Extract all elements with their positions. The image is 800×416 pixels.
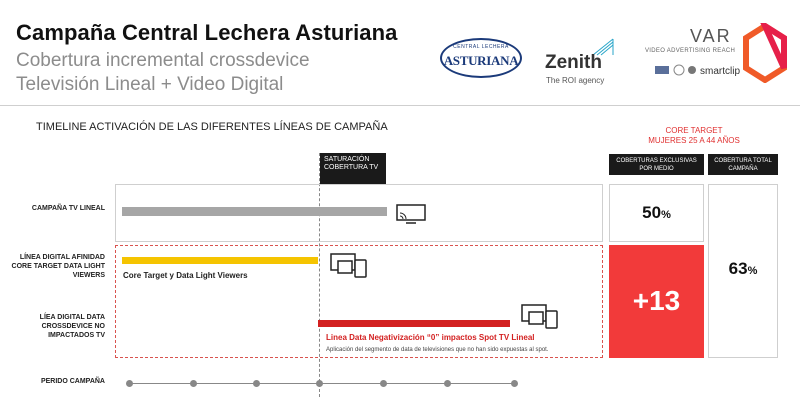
period-dot (444, 380, 451, 387)
devices-icon (521, 304, 559, 330)
asturiana-logo-text: ASTURIANA (443, 53, 519, 68)
core-target-label: CORE TARGET (665, 126, 723, 135)
page-title: Campaña Central Lechera Asturiana (16, 20, 398, 45)
period-dot (253, 380, 260, 387)
period-dot (511, 380, 518, 387)
total-coverage-value: 63% (728, 259, 758, 278)
tv-lineal-bar (122, 207, 387, 216)
negativization-bar (318, 320, 510, 327)
core-target-bar-label: Core Target y Data Light Viewers (123, 271, 248, 280)
zenith-tagline: The ROI agency (546, 76, 605, 85)
core-target-heading: CORE TARGET MUJERES 25 A 44 AÑOS (609, 126, 779, 146)
row-label-linea-digital: LÍNEA DIGITAL AFINIDAD CORE TARGET DATA … (11, 254, 105, 279)
devices-icon (330, 253, 368, 279)
period-dot (316, 380, 323, 387)
tv-coverage-value: 50% (642, 203, 671, 222)
asturiana-logo-small-text: CENTRAL LECHERA (453, 44, 509, 50)
row-label-tv-lineal: CAMPAÑA TV LINEAL (31, 205, 105, 212)
core-target-desc: MUJERES 25 A 44 AÑOS (648, 136, 740, 145)
zenith-logo-text: Zenith (545, 52, 602, 73)
row-label-lea-digital: LÍEA DIGITAL DATA CROSSDEVICE NO IMPACTA… (39, 314, 105, 339)
row-label-periodo: PERIDO CAMPAÑA (40, 378, 105, 385)
saturation-badge: SATURACIÓN COBERTURA TV (320, 153, 386, 185)
incremental-coverage-value: +13 (632, 285, 681, 316)
var-logo-text: VAR (690, 26, 732, 46)
asturiana-logo: CENTRAL LECHERA ASTURIANA (440, 38, 522, 78)
header-divider (0, 105, 800, 106)
hexagon-logo-icon (743, 23, 787, 83)
smartclip-logo-text: smartclip (700, 66, 741, 77)
core-target-bar (122, 257, 318, 264)
period-dot (126, 380, 133, 387)
page-subtitle-2: Televisión Lineal + Video Digital (16, 74, 284, 95)
partner-logos-icon (655, 62, 697, 78)
timeline-title: TIMELINE ACTIVACIÓN DE LAS DIFERENTES LÍ… (36, 121, 388, 133)
var-tagline: VIDEO ADVERTISING REACH (645, 48, 736, 54)
tv-icon (396, 204, 426, 224)
page-subtitle-1: Cobertura incremental crossdevice (16, 50, 310, 71)
total-coverage-header: COBERTURA TOTAL CAMPAÑA (708, 154, 778, 175)
exclusive-coverage-header: COBERTURAS EXCLUSIVAS POR MEDIO (609, 154, 704, 175)
period-dot (380, 380, 387, 387)
period-dot (190, 380, 197, 387)
negativization-desc: Aplicación del segmento de data de telev… (326, 347, 549, 353)
negativization-label: Linea Data Negativización “0” impactos S… (326, 333, 535, 342)
